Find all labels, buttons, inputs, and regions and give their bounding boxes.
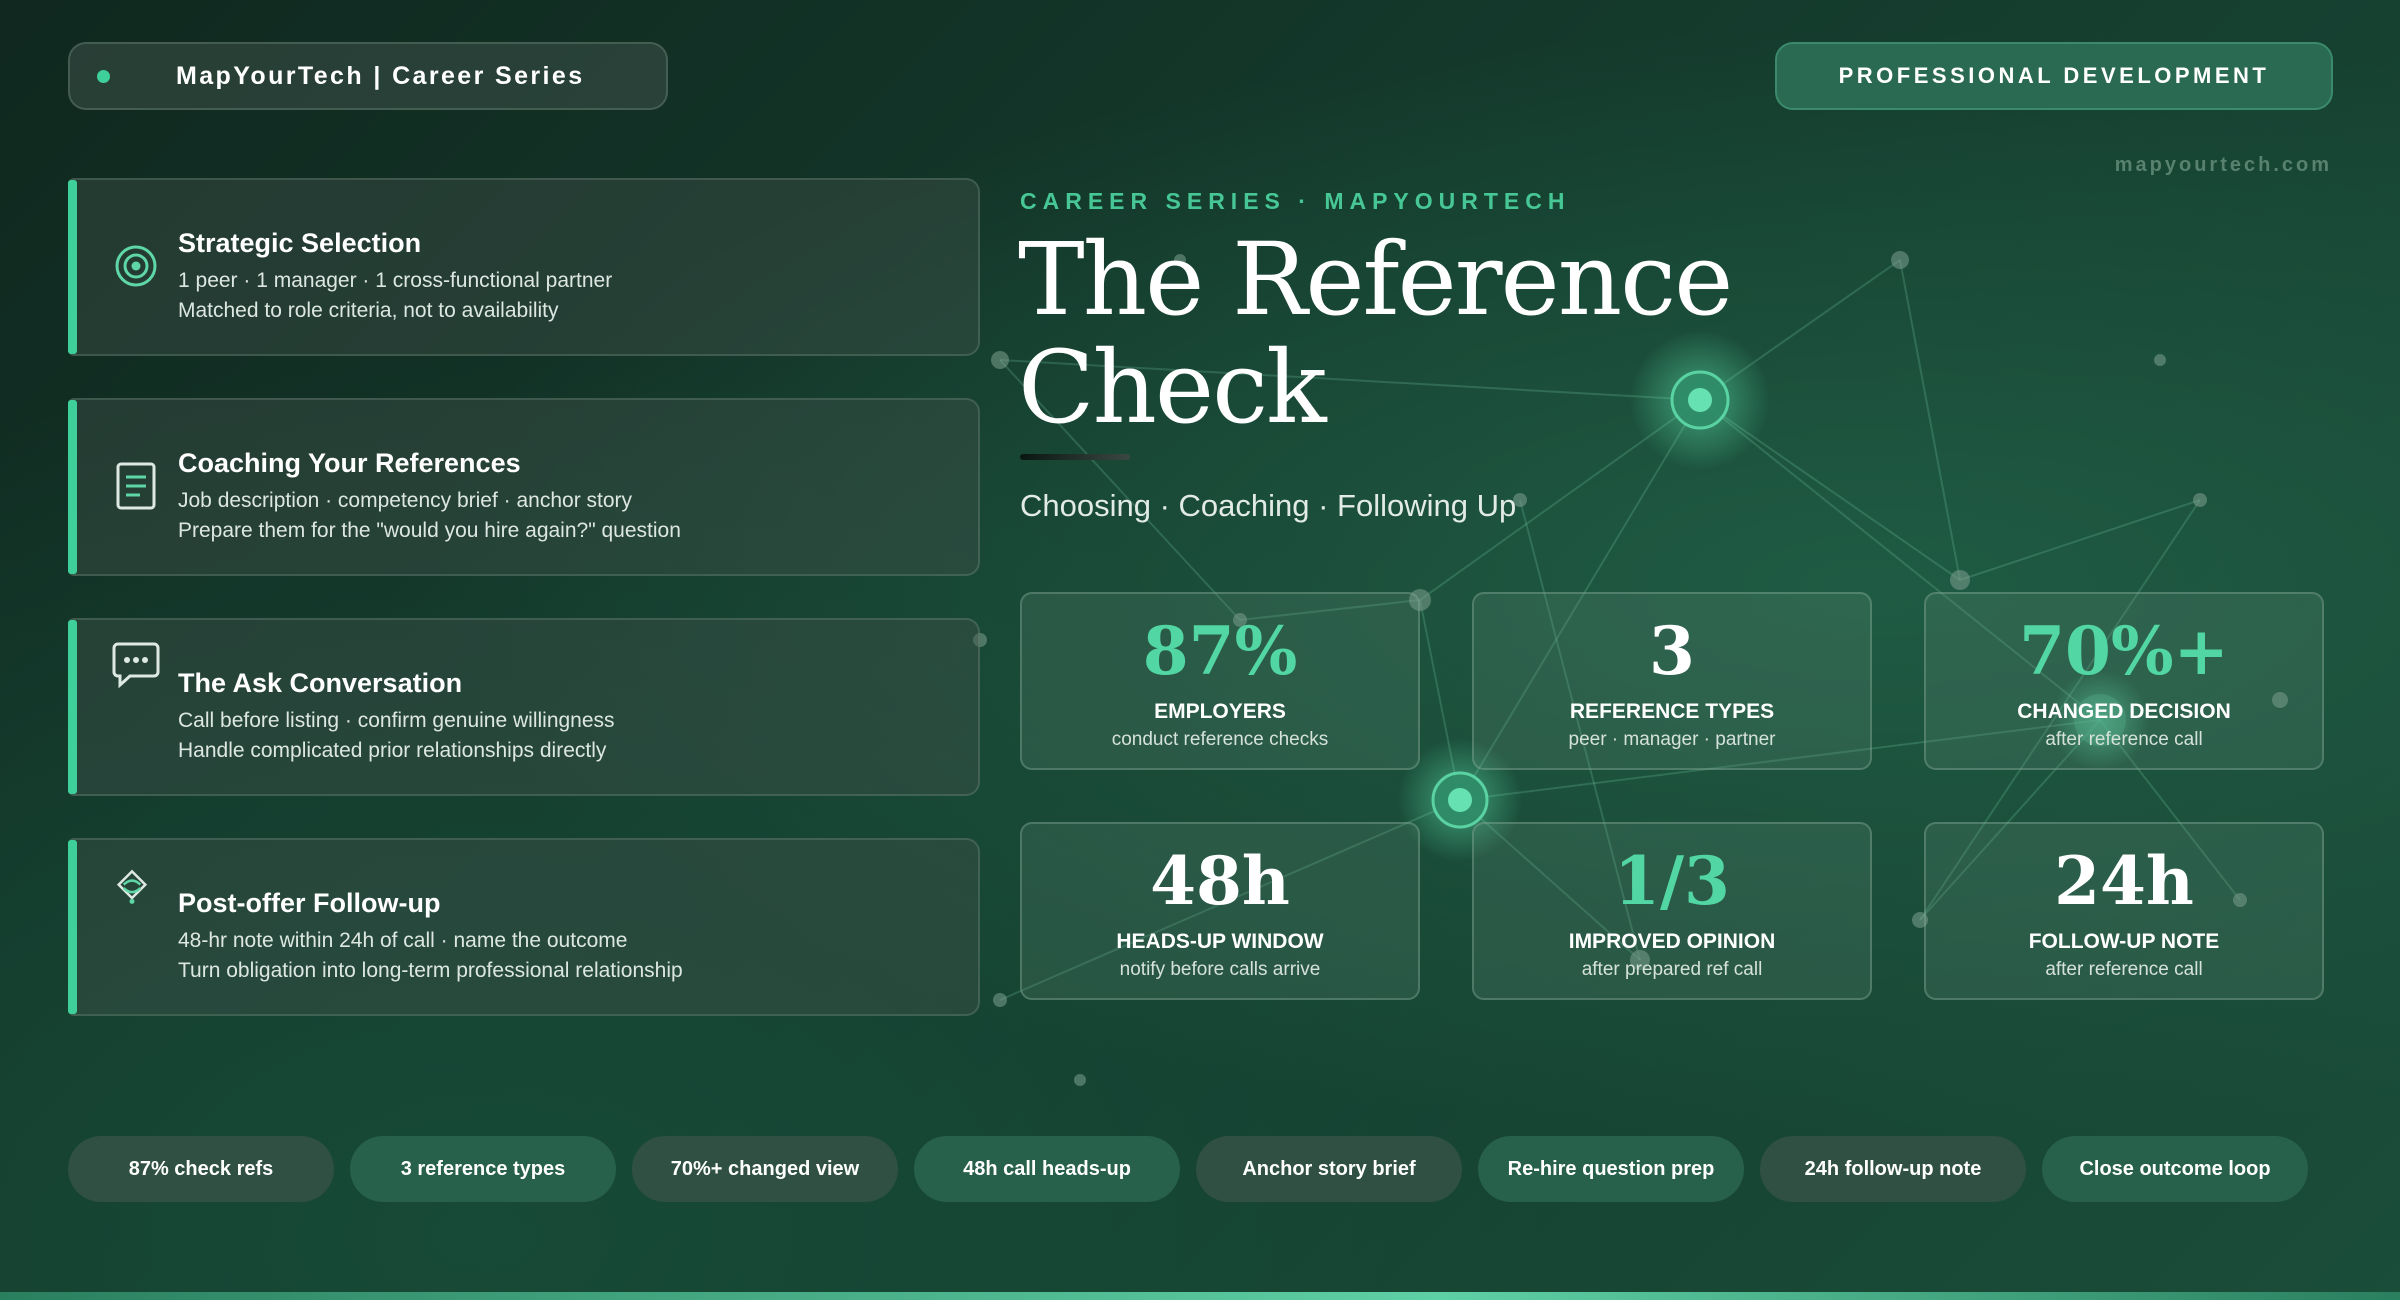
stat-card-improved-opinion: 1/3 IMPROVED OPINION after prepared ref …: [1472, 822, 1872, 1000]
stat-value: 70%+: [2019, 612, 2229, 690]
feature-line: 1 peer · 1 manager · 1 cross-functional …: [178, 269, 613, 292]
feature-line: Call before listing · confirm genuine wi…: [178, 709, 615, 732]
feature-card-coaching-references: Coaching Your References Job description…: [68, 398, 980, 576]
stat-caption: notify before calls arrive: [1119, 959, 1321, 980]
feature-card-post-offer-follow-up: Post-offer Follow-up 48-hr note within 2…: [68, 838, 980, 1016]
title-underline: [1020, 454, 1130, 460]
stat-card-reference-types: 3 REFERENCE TYPES peer · manager · partn…: [1472, 592, 1872, 770]
stat-caption: after prepared ref call: [1581, 959, 1763, 980]
feature-line: 48-hr note within 24h of call · name the…: [178, 929, 628, 952]
chip: Re-hire question prep: [1478, 1136, 1744, 1202]
feature-line: Prepare them for the "would you hire aga…: [178, 519, 681, 542]
stat-caption: after reference call: [2045, 959, 2203, 980]
hero-subtitle: Choosing · Coaching · Following Up: [1020, 488, 1517, 523]
card-accent-bar: [68, 180, 77, 354]
chip: 3 reference types: [350, 1136, 616, 1202]
stat-card-changed-decision: 70%+ CHANGED DECISION after reference ca…: [1924, 592, 2324, 770]
feature-title: Strategic Selection: [178, 228, 422, 258]
stat-value: 1/3: [1614, 842, 1730, 920]
target-icon: [112, 242, 160, 290]
professional-development-badge: PROFESSIONAL DEVELOPMENT: [1775, 42, 2333, 110]
hero-title: The Reference Check: [1018, 221, 1733, 446]
card-accent-bar: [68, 400, 77, 574]
stat-card-follow-up-note: 24h FOLLOW-UP NOTE after reference call: [1924, 822, 2324, 1000]
chip: 70%+ changed view: [632, 1136, 898, 1202]
stat-value: 24h: [2054, 842, 2194, 920]
chip: 87% check refs: [68, 1136, 334, 1202]
feature-title: Post-offer Follow-up: [178, 888, 441, 918]
stat-caption: after reference call: [2045, 729, 2203, 750]
feature-line: Matched to role criteria, not to availab…: [178, 299, 559, 322]
stat-label: REFERENCE TYPES: [1569, 700, 1775, 723]
stat-label: FOLLOW-UP NOTE: [2028, 930, 2220, 953]
chip: Anchor story brief: [1196, 1136, 1462, 1202]
chip: 48h call heads-up: [914, 1136, 1180, 1202]
chat-bubble-icon: [112, 640, 160, 688]
brand-title: MapYourTech | Career Series: [176, 61, 585, 90]
hero-kicker: CAREER SERIES · MAPYOURTECH: [1020, 188, 1571, 214]
chip: Close outcome loop: [2042, 1136, 2308, 1202]
chip: 24h follow-up note: [1760, 1136, 2026, 1202]
summary-chips: 87% check refs 3 reference types 70%+ ch…: [68, 1136, 2332, 1202]
stat-value: 48h: [1150, 842, 1290, 920]
bottom-accent-bar: [0, 1292, 2400, 1300]
stat-caption: conduct reference checks: [1111, 729, 1329, 750]
feature-title: The Ask Conversation: [178, 668, 463, 698]
brand-pill: MapYourTech | Career Series: [68, 42, 668, 110]
stat-value: 3: [1649, 612, 1695, 690]
stat-card-heads-up-window: 48h HEADS-UP WINDOW notify before calls …: [1020, 822, 1420, 1000]
feature-line: Handle complicated prior relationships d…: [178, 739, 607, 762]
stat-label: HEADS-UP WINDOW: [1116, 930, 1324, 953]
stat-label: IMPROVED OPINION: [1568, 930, 1776, 953]
stat-value: 87%: [1142, 612, 1298, 690]
feature-card-strategic-selection: Strategic Selection 1 peer · 1 manager ·…: [68, 178, 980, 356]
stat-label: EMPLOYERS: [1154, 700, 1286, 723]
feature-card-ask-conversation: The Ask Conversation Call before listing…: [68, 618, 980, 796]
stat-label: CHANGED DECISION: [2017, 700, 2231, 723]
feature-line: Job description · competency brief · anc…: [178, 489, 633, 512]
card-accent-bar: [68, 620, 77, 794]
card-accent-bar: [68, 840, 77, 1014]
status-dot-icon: [97, 69, 110, 83]
site-url: mapyourtech.com: [2114, 154, 2332, 176]
feature-title: Coaching Your References: [178, 448, 521, 478]
stat-caption: peer · manager · partner: [1568, 729, 1776, 750]
stat-card-employers: 87% EMPLOYERS conduct reference checks: [1020, 592, 1420, 770]
handshake-icon: [112, 868, 152, 908]
document-icon: [112, 462, 160, 510]
feature-line: Turn obligation into long-term professio…: [178, 959, 683, 982]
